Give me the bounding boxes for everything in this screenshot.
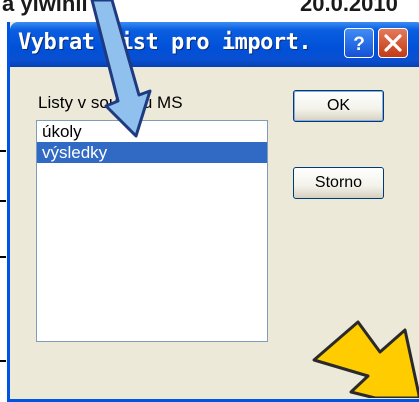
callout-arrow-icon [312, 320, 419, 398]
